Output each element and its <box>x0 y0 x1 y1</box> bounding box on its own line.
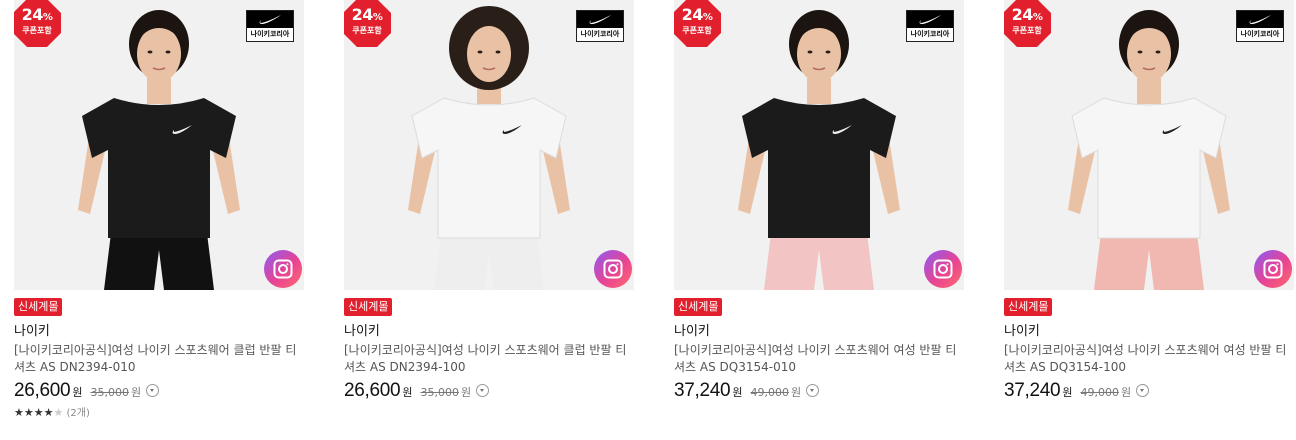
product-title[interactable]: [나이키코리아공식]여성 나이키 스포츠웨어 클럽 반팔 티셔츠 AS DN23… <box>14 342 304 376</box>
product-title[interactable]: [나이키코리아공식]여성 나이키 스포츠웨어 여성 반팔 티셔츠 AS DQ31… <box>1004 342 1294 376</box>
product-card[interactable]: 24% 쿠폰포함 나이키코리아 신세계몰 나이키 [나이키코리아공식]여성 나이… <box>674 0 964 440</box>
coupon-discount-badge: 24% 쿠폰포함 <box>344 0 391 47</box>
original-price: 49,000 <box>750 386 789 399</box>
coupon-label: 쿠폰포함 <box>22 26 52 35</box>
price-info-icon[interactable] <box>806 384 820 397</box>
product-image[interactable]: 24% 쿠폰포함 나이키코리아 <box>1004 0 1294 290</box>
camera-icon <box>603 259 623 279</box>
product-card[interactable]: 24% 쿠폰포함 나이키코리아 신세계몰 나이키 [나이키코리아공식]여성 나이… <box>344 0 634 440</box>
camera-search-button[interactable] <box>1254 250 1292 288</box>
star-rating-icons: ★★★★★ <box>14 406 64 419</box>
product-image[interactable]: 24% 쿠폰포함 나이키코리아 <box>674 0 964 290</box>
original-price: 35,000 <box>420 386 459 399</box>
mall-tag: 신세계몰 <box>344 298 393 316</box>
camera-search-button[interactable] <box>924 250 962 288</box>
price-info-icon[interactable] <box>1136 384 1150 397</box>
mall-tag: 신세계몰 <box>14 298 63 316</box>
price-info-icon[interactable] <box>146 384 160 397</box>
nike-korea-logo: 나이키코리아 <box>246 10 294 42</box>
nike-korea-logo: 나이키코리아 <box>1236 10 1284 42</box>
camera-search-button[interactable] <box>264 250 302 288</box>
brand-name[interactable]: 나이키 <box>1004 323 1040 341</box>
product-image[interactable]: 24% 쿠폰포함 나이키코리아 <box>14 0 304 290</box>
sale-price: 37,240 <box>1004 380 1061 401</box>
product-title[interactable]: [나이키코리아공식]여성 나이키 스포츠웨어 클럽 반팔 티셔츠 AS DN23… <box>344 342 634 376</box>
camera-icon <box>1263 259 1283 279</box>
nike-korea-logo: 나이키코리아 <box>576 10 624 42</box>
nike-korea-logo: 나이키코리아 <box>906 10 954 42</box>
product-image[interactable]: 24% 쿠폰포함 나이키코리아 <box>344 0 634 290</box>
product-card[interactable]: 24% 쿠폰포함 나이키코리아 신세계몰 나이키 [나이키코리아공식]여성 나이… <box>14 0 304 440</box>
sale-price: 26,600 <box>344 380 401 401</box>
original-price: 49,000 <box>1080 386 1119 399</box>
product-grid: 24% 쿠폰포함 나이키코리아 신세계몰 나이키 [나이키코리아공식]여성 나이… <box>0 0 1296 440</box>
camera-icon <box>933 259 953 279</box>
coupon-label: 쿠폰포함 <box>352 26 382 35</box>
sale-price: 26,600 <box>14 380 71 401</box>
sale-price: 37,240 <box>674 380 731 401</box>
camera-search-button[interactable] <box>594 250 632 288</box>
coupon-discount-badge: 24% 쿠폰포함 <box>1004 0 1051 47</box>
coupon-label: 쿠폰포함 <box>1012 26 1042 35</box>
brand-name[interactable]: 나이키 <box>674 323 710 341</box>
product-card[interactable]: 24% 쿠폰포함 나이키코리아 신세계몰 나이키 [나이키코리아공식]여성 나이… <box>1004 0 1294 440</box>
coupon-label: 쿠폰포함 <box>682 26 712 35</box>
camera-icon <box>273 259 293 279</box>
mall-tag: 신세계몰 <box>1004 298 1053 316</box>
product-title[interactable]: [나이키코리아공식]여성 나이키 스포츠웨어 여성 반팔 티셔츠 AS DQ31… <box>674 342 964 376</box>
mall-tag: 신세계몰 <box>674 298 723 316</box>
brand-name[interactable]: 나이키 <box>14 323 50 341</box>
brand-name[interactable]: 나이키 <box>344 323 380 341</box>
price-row: 26,600 원 35,000 원 <box>14 380 160 406</box>
coupon-discount-badge: 24% 쿠폰포함 <box>674 0 721 47</box>
price-row: 37,240 원 49,000 원 <box>1004 380 1150 406</box>
price-info-icon[interactable] <box>476 384 490 397</box>
coupon-discount-badge: 24% 쿠폰포함 <box>14 0 61 47</box>
price-row: 37,240 원 49,000 원 <box>674 380 820 406</box>
review-count: (2개) <box>66 408 90 419</box>
price-row: 26,600 원 35,000 원 <box>344 380 490 406</box>
rating: ★★★★★ (2개) <box>14 406 90 421</box>
original-price: 35,000 <box>90 386 129 399</box>
